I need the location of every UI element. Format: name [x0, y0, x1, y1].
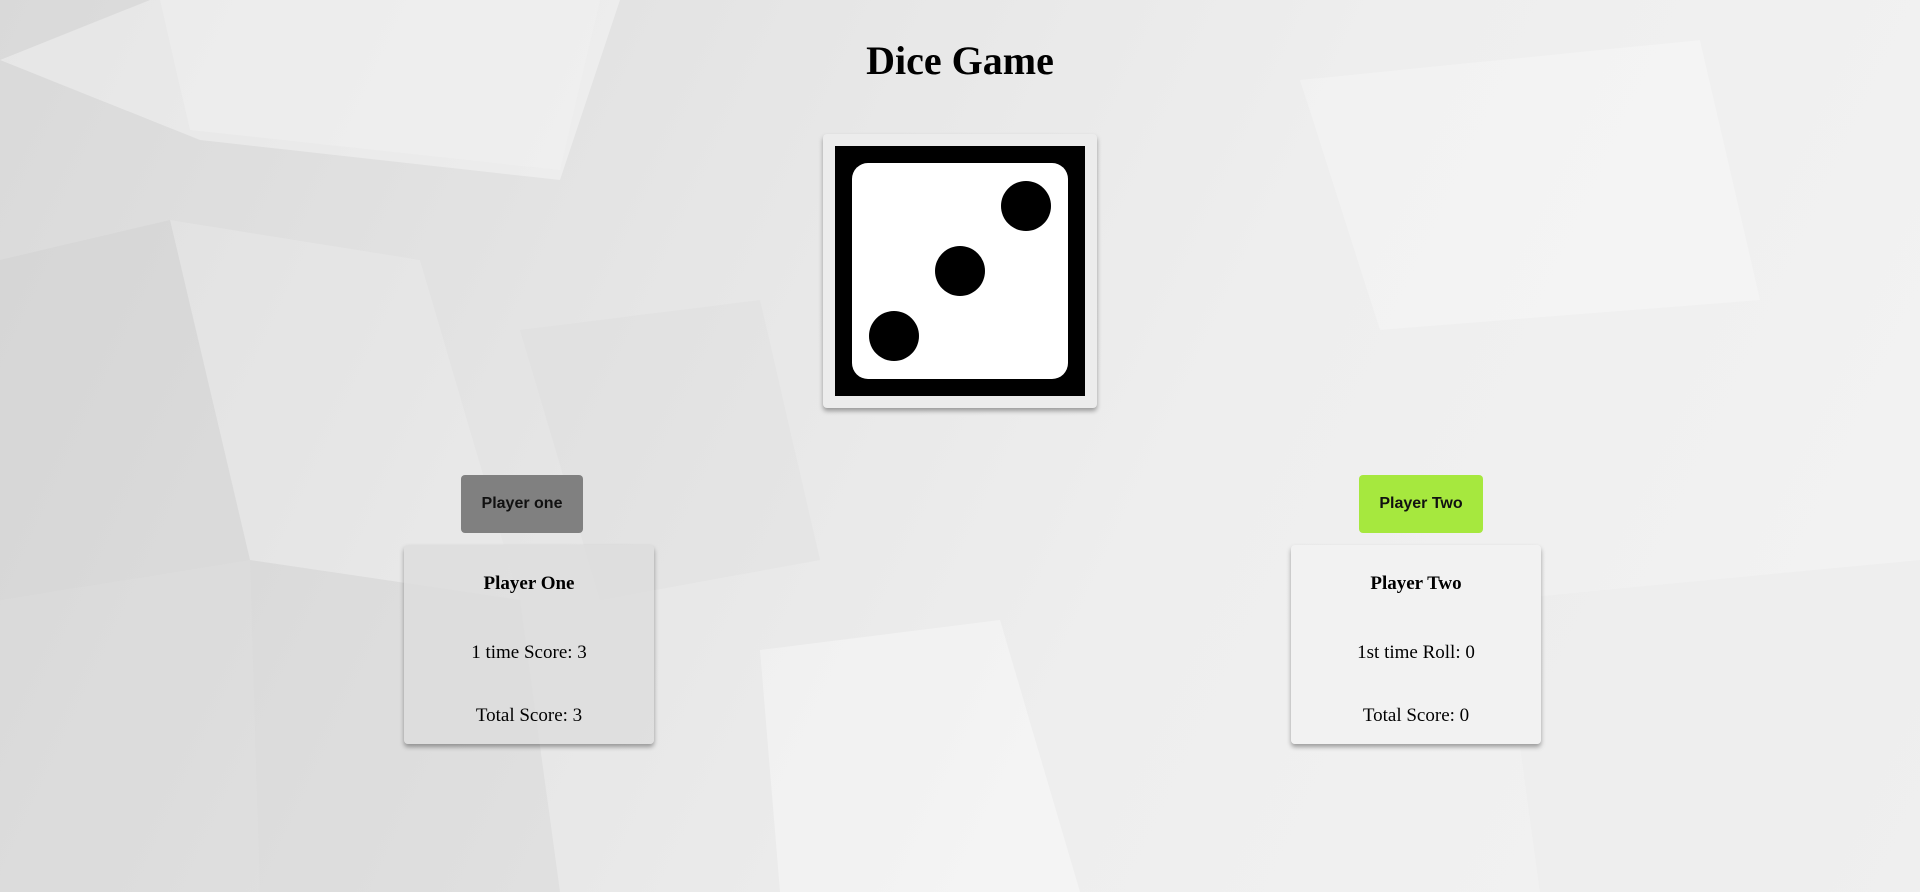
die-pip [869, 311, 919, 361]
die-face-three-icon [852, 163, 1068, 379]
player-one-roll-button[interactable]: Player one [461, 475, 583, 533]
die-frame [835, 146, 1085, 396]
die-pip [935, 246, 985, 296]
player-one-roll-score: 1 time Score: 3 [471, 642, 587, 663]
player-one-total-score: Total Score: 3 [475, 705, 583, 726]
player-one-name: Player One [483, 573, 575, 594]
die-pip [1001, 181, 1051, 231]
dice-display [823, 134, 1097, 408]
player-two-roll-score: 1st time Roll: 0 [1357, 642, 1475, 663]
player-one-score-card: Player One 1 time Score: 3 Total Score: … [404, 545, 654, 744]
player-two-roll-button[interactable]: Player Two [1359, 475, 1483, 533]
player-two-total-score: Total Score: 0 [1362, 705, 1470, 726]
player-two-name: Player Two [1370, 573, 1462, 594]
page-title: Dice Game [866, 38, 1054, 83]
player-two-score-card: Player Two 1st time Roll: 0 Total Score:… [1291, 545, 1541, 744]
